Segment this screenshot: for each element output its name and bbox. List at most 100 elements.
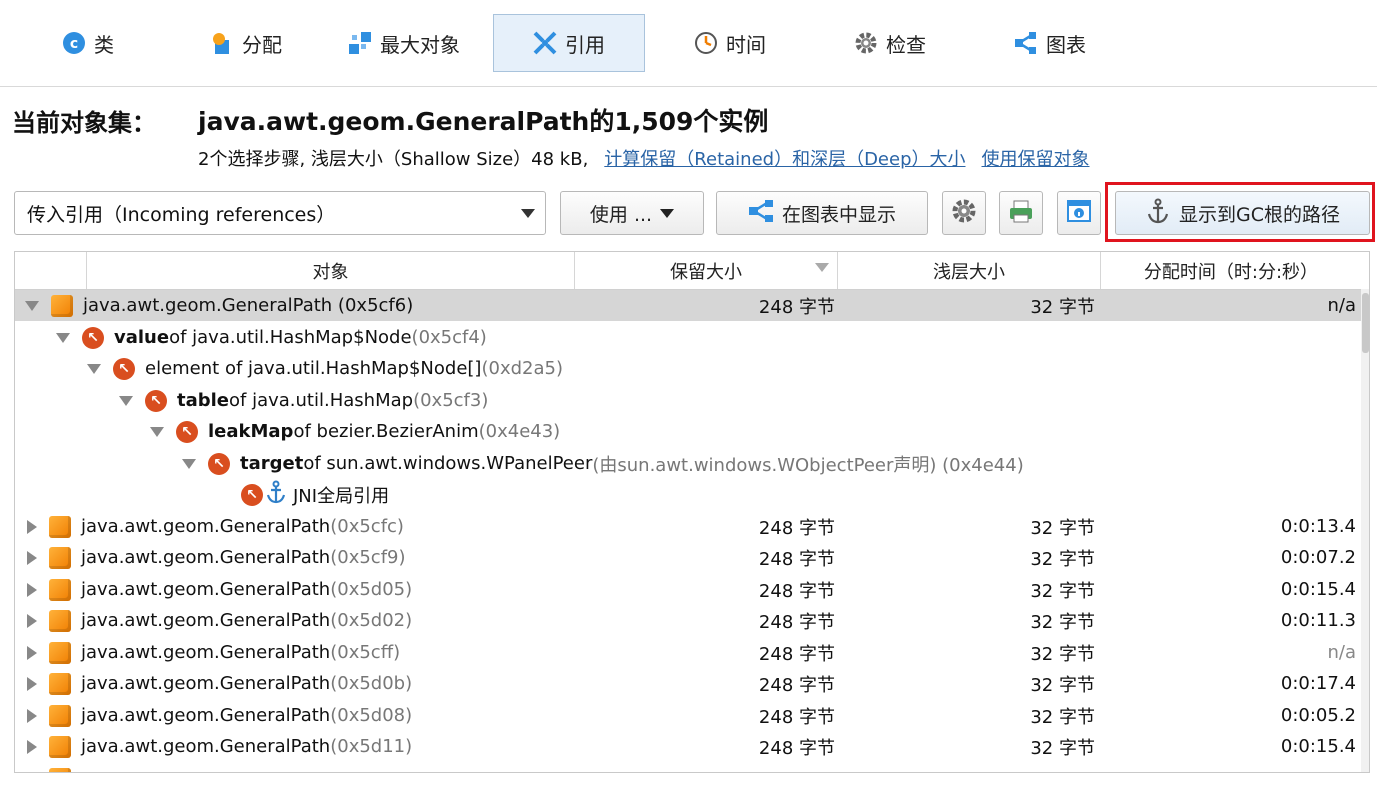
object-instance-icon (49, 672, 71, 695)
table-row[interactable]: java.awt.geom.GeneralPath (0x5cfc) 248 字… (15, 511, 1361, 542)
collapse-toggle-icon[interactable] (56, 332, 70, 343)
shallow-size: 32 字节 (1030, 737, 1095, 759)
tab-inspections[interactable]: 检查 (844, 14, 936, 72)
vertical-scrollbar[interactable] (1361, 289, 1369, 772)
tab-classes[interactable]: c 类 (52, 14, 124, 72)
gc-root-label: JNI全局引用 (293, 485, 390, 507)
collapse-toggle-icon[interactable] (119, 395, 133, 406)
incoming-reference-icon: ↖ (176, 420, 198, 443)
tab-label: 引用 (565, 32, 605, 57)
collapse-toggle-icon[interactable] (87, 363, 101, 374)
table-row[interactable]: ↖ target of sun.awt.windows.WPanelPeer (… (15, 448, 1361, 479)
allocation-time: 0:0:17.4 (1280, 673, 1356, 694)
object-instance-icon (49, 767, 71, 772)
tab-label: 类 (94, 32, 114, 57)
expand-toggle-icon[interactable] (27, 708, 37, 723)
tab-biggest-objects[interactable]: 最大对象 (338, 14, 470, 72)
use-retained-objects-link[interactable]: 使用保留对象 (982, 145, 1090, 171)
object-address: (0x5cf9) (330, 547, 406, 568)
table-row[interactable]: ↖ table of java.util.HashMap (0x5cf3) (15, 385, 1361, 416)
info-window-icon (1066, 198, 1092, 229)
use-button[interactable]: 使用 ... (560, 191, 704, 235)
retained-size: 248 字节 (758, 737, 835, 759)
column-object[interactable]: 对象 (86, 252, 574, 289)
tab-time[interactable]: 时间 (684, 14, 776, 72)
table-row[interactable]: ↖ value of java.util.HashMap$Node (0x5cf… (15, 322, 1361, 353)
reference-holder: of bezier.BezierAnim (293, 421, 479, 442)
table-header: 对象 保留大小 浅层大小 分配时间（时:分:秒） (15, 252, 1369, 290)
class-icon: c (62, 31, 86, 55)
shallow-size: 32 字节 (1030, 611, 1095, 633)
object-address: (0x5d05) (330, 579, 413, 600)
calculate-sizes-link[interactable]: 计算保留（Retained）和深层（Deep）大小 (604, 145, 965, 171)
expand-toggle-icon[interactable] (27, 519, 37, 534)
gear-icon (951, 198, 977, 229)
allocation-time: n/a (1327, 295, 1356, 316)
object-instance-icon (49, 735, 71, 758)
references-table: 对象 保留大小 浅层大小 分配时间（时:分:秒） java.awt.geom.G… (14, 251, 1370, 773)
chevron-down-icon (521, 209, 535, 218)
expand-toggle-icon[interactable] (27, 676, 37, 691)
show-in-graph-button[interactable]: 在图表中显示 (716, 191, 928, 235)
table-row[interactable]: java.awt.geom.GeneralPath (0x5d11) 248 字… (15, 731, 1361, 762)
collapse-toggle-icon[interactable] (150, 426, 164, 437)
expand-toggle-icon[interactable] (27, 613, 37, 628)
shallow-size: 32 字节 (1030, 674, 1095, 696)
allocation-icon (210, 31, 234, 55)
allocation-time: 0:0:05.2 (1280, 705, 1356, 726)
table-row[interactable] (15, 763, 1361, 772)
table-row[interactable]: java.awt.geom.GeneralPath (0x5d05) 248 字… (15, 574, 1361, 605)
help-button[interactable] (1057, 191, 1101, 235)
table-row[interactable]: java.awt.geom.GeneralPath (0x5cff) 248 字… (15, 637, 1361, 668)
reference-type-dropdown[interactable]: 传入引用（Incoming references） (14, 191, 546, 235)
scrollbar-thumb[interactable] (1362, 293, 1369, 353)
object-address: (由sun.awt.windows.WObjectPeer声明) (0x4e44… (592, 454, 1024, 476)
shallow-size: 32 字节 (1030, 296, 1095, 318)
column-shallow-size[interactable]: 浅层大小 (837, 252, 1100, 289)
collapse-toggle-icon[interactable] (182, 458, 196, 469)
object-set-title: java.awt.geom.GeneralPath的1,509个实例 (198, 107, 769, 136)
collapse-toggle-icon[interactable] (25, 300, 39, 311)
object-name: java.awt.geom.GeneralPath (81, 610, 331, 631)
tab-allocations[interactable]: 分配 (200, 14, 292, 72)
tab-graph[interactable]: 图表 (1004, 14, 1096, 72)
sort-descending-icon (815, 263, 829, 272)
expand-toggle-icon[interactable] (27, 645, 37, 660)
object-address: (0x4e43) (478, 421, 561, 442)
printer-icon (1008, 198, 1034, 229)
table-row[interactable]: java.awt.geom.GeneralPath (0x5d0b) 248 字… (15, 668, 1361, 699)
table-row[interactable]: java.awt.geom.GeneralPath (0x5cf9) 248 字… (15, 542, 1361, 573)
expand-toggle-icon[interactable] (27, 771, 37, 772)
field-name: target (240, 453, 304, 474)
reference-holder: of sun.awt.windows.WPanelPeer (303, 453, 593, 474)
table-row[interactable]: ↖ element of java.util.HashMap$Node[] (0… (15, 353, 1361, 384)
tab-label: 时间 (726, 32, 766, 57)
object-address: (0x5cff) (330, 642, 401, 663)
table-row[interactable]: java.awt.geom.GeneralPath (0x5d08) 248 字… (15, 700, 1361, 731)
shallow-size: 32 字节 (1030, 548, 1095, 570)
current-object-set: 当前对象集： java.awt.geom.GeneralPath的1,509个实… (12, 100, 768, 140)
chevron-down-icon (660, 208, 675, 218)
column-retained-size[interactable]: 保留大小 (574, 252, 837, 289)
graph-icon (1014, 31, 1038, 55)
table-row[interactable]: ↖ JNI全局引用 (15, 479, 1361, 510)
expand-toggle-icon[interactable] (27, 739, 37, 754)
column-allocation-time[interactable]: 分配时间（时:分:秒） (1100, 252, 1361, 289)
print-button[interactable] (999, 191, 1043, 235)
retained-size: 248 字节 (758, 517, 835, 539)
object-instance-icon (51, 294, 73, 317)
expand-toggle-icon[interactable] (27, 550, 37, 565)
table-row[interactable]: ↖ leakMap of bezier.BezierAnim (0x4e43) (15, 416, 1361, 447)
tab-label: 最大对象 (380, 32, 460, 57)
object-instance-icon (49, 641, 71, 664)
expand-toggle-icon[interactable] (27, 582, 37, 597)
shallow-size: 32 字节 (1030, 517, 1095, 539)
settings-button[interactable] (942, 191, 986, 235)
table-row[interactable]: java.awt.geom.GeneralPath (0x5d02) 248 字… (15, 605, 1361, 636)
allocation-time: 0:0:11.3 (1280, 610, 1356, 631)
clock-icon (694, 31, 718, 55)
table-row[interactable]: java.awt.geom.GeneralPath (0x5cf6) 248 字… (15, 290, 1361, 321)
shallow-size: 32 字节 (1030, 706, 1095, 728)
object-address: (0x5d11) (330, 736, 413, 757)
tab-references[interactable]: 引用 (493, 14, 645, 72)
